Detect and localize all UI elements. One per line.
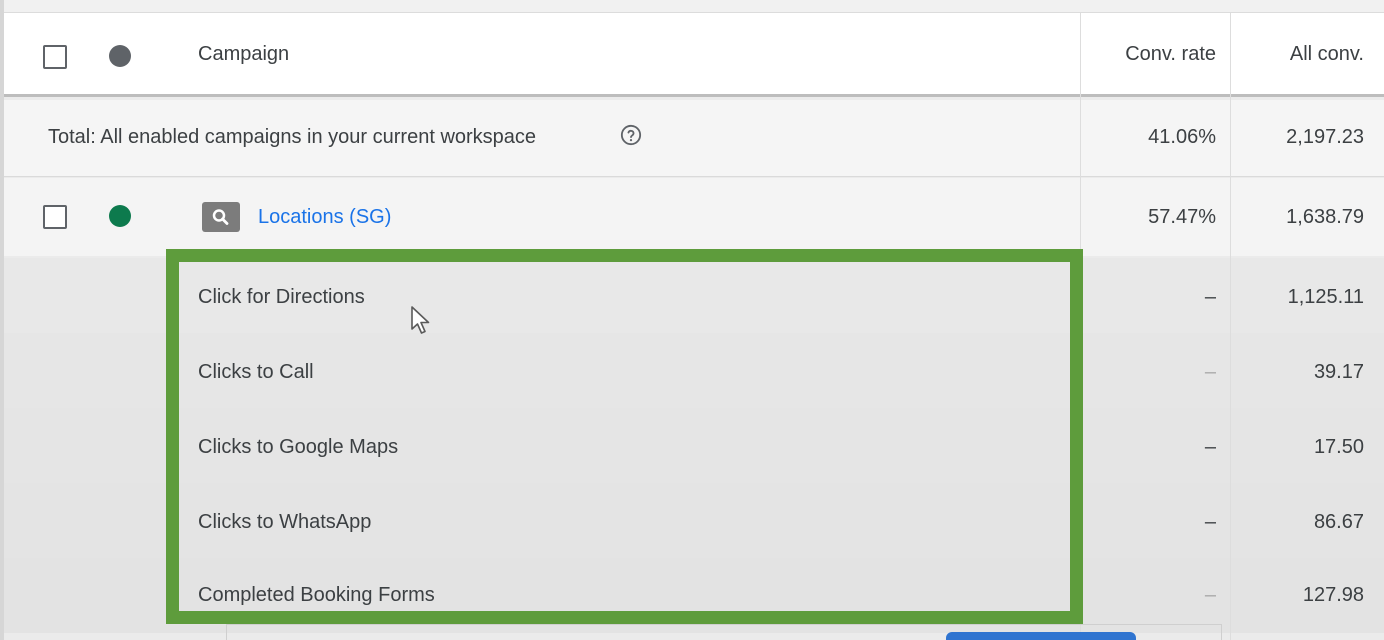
conversion-action-all-conv: 127.98 xyxy=(1302,584,1364,606)
campaign-row: Locations (SG) 57.47% 1,638.79 xyxy=(4,178,1384,256)
conversion-action-conv-rate: – xyxy=(1204,286,1216,308)
campaign-checkbox[interactable] xyxy=(43,205,67,229)
search-icon xyxy=(212,209,229,225)
table-header-row: Campaign Conv. rate All conv. xyxy=(4,13,1384,97)
highlight-box xyxy=(166,249,1083,624)
mouse-pointer-icon xyxy=(411,306,430,334)
conversion-action-conv-rate: – xyxy=(1204,361,1216,383)
total-all-conv: 2,197.23 xyxy=(1286,126,1364,148)
total-label: Total: All enabled campaigns in your cur… xyxy=(48,126,537,148)
status-column-dot[interactable] xyxy=(109,45,131,67)
conversion-action-all-conv: 1,125.11 xyxy=(1287,286,1364,308)
all-conv-column-header[interactable]: All conv. xyxy=(1236,43,1364,66)
bottom-primary-button[interactable] xyxy=(946,632,1136,640)
conversion-action-all-conv: 86.67 xyxy=(1313,511,1364,533)
campaign-conv-rate: 57.47% xyxy=(1148,206,1216,228)
total-conv-rate: 41.06% xyxy=(1148,126,1216,148)
conversion-action-conv-rate: – xyxy=(1204,436,1216,458)
conversion-action-conv-rate: – xyxy=(1204,511,1216,533)
help-circle-icon[interactable] xyxy=(620,124,642,146)
select-all-checkbox[interactable] xyxy=(43,45,67,69)
top-strip xyxy=(0,0,1384,13)
conversion-action-all-conv: 39.17 xyxy=(1313,361,1364,383)
conversion-action-all-conv: 17.50 xyxy=(1313,436,1364,458)
campaign-name-link[interactable]: Locations (SG) xyxy=(258,206,391,229)
enabled-status-dot[interactable] xyxy=(109,205,131,227)
campaign-all-conv: 1,638.79 xyxy=(1286,206,1364,228)
search-campaign-type-icon xyxy=(202,202,240,232)
campaign-column-header[interactable]: Campaign xyxy=(198,43,289,66)
conv-rate-column-header[interactable]: Conv. rate xyxy=(1086,43,1216,66)
conversion-action-conv-rate: – xyxy=(1204,584,1216,606)
campaign-table-page: Campaign Conv. rate All conv. Total: All… xyxy=(0,0,1384,640)
total-row: Total: All enabled campaigns in your cur… xyxy=(4,100,1384,177)
column-divider xyxy=(1230,13,1231,640)
